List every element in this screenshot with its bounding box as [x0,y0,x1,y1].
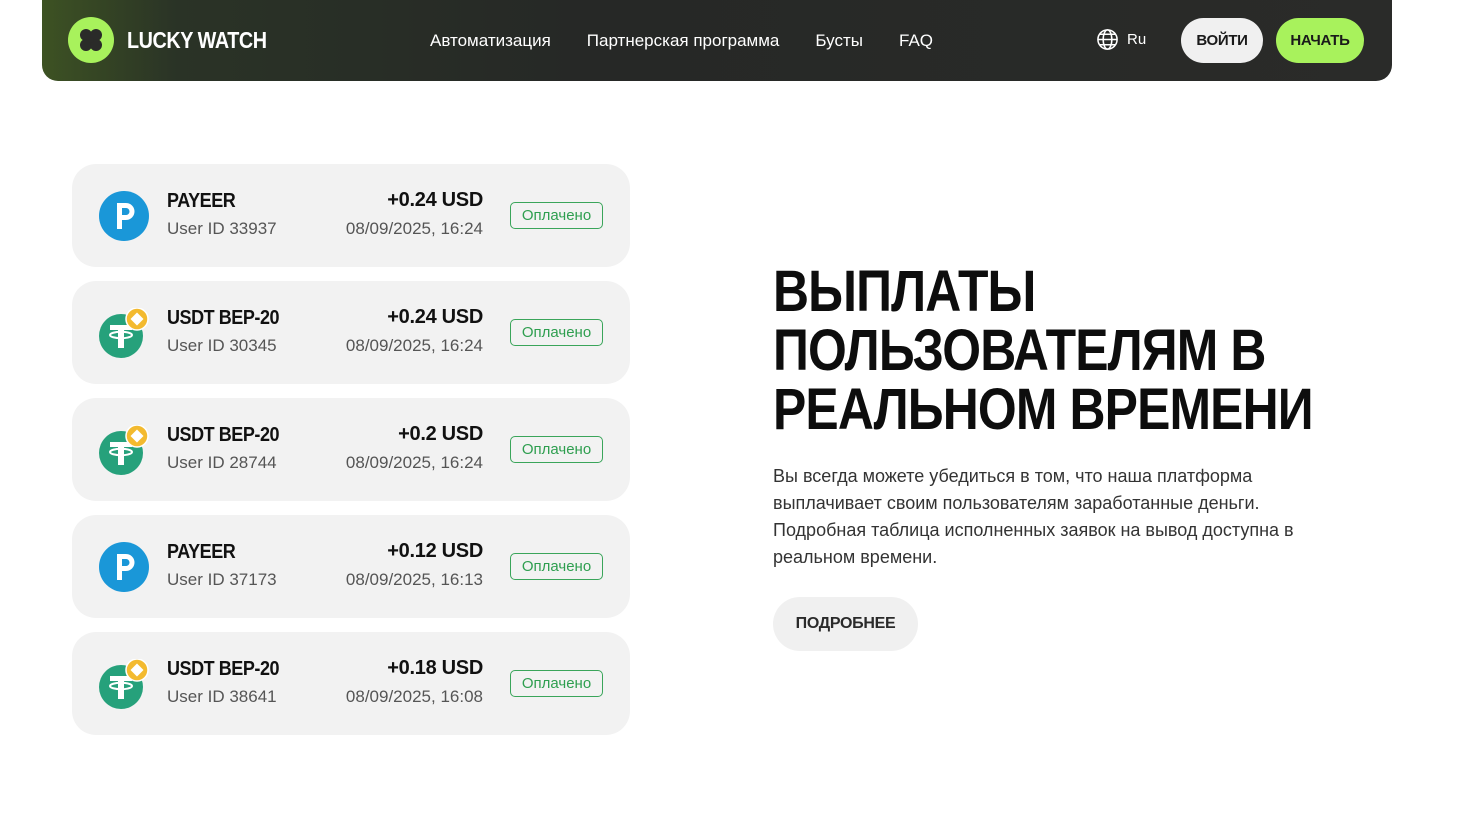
start-button[interactable]: НАЧАТЬ [1276,18,1364,63]
payout-user-id: User ID 38641 [167,687,277,706]
nav-item-boosts[interactable]: Бусты [815,31,863,51]
logo[interactable]: LUCKY WATCH [68,17,289,63]
site-header: LUCKY WATCH Автоматизация Партнерская пр… [42,0,1392,81]
payout-amount: +0.18 USD [387,657,483,679]
login-button[interactable]: ВОЙТИ [1181,18,1263,63]
payout-amount: +0.2 USD [398,423,483,445]
payout-method: USDT BEP-20 [167,307,280,329]
payout-card: USDT BEP-20 User ID 28744 +0.2 USD 08/09… [72,398,630,501]
payout-amount: +0.12 USD [387,540,483,562]
nav-item-automation[interactable]: Автоматизация [430,31,551,51]
language-label: Ru [1127,31,1147,48]
title-line: ВЫПЛАТЫ [773,259,1036,324]
payout-method: PAYEER [167,190,236,212]
main-nav: Автоматизация Партнерская программа Буст… [430,0,969,81]
title-line: РЕАЛЬНОМ ВРЕМЕНИ [773,377,1314,442]
globe-icon [1097,29,1118,50]
payout-user-id: User ID 28744 [167,453,277,472]
hero-description: Вы всегда можете убедиться в том, что на… [773,466,1294,567]
payout-card: USDT BEP-20 User ID 30345 +0.24 USD 08/0… [72,281,630,384]
payouts-list: PAYEER User ID 33937 +0.24 USD 08/09/202… [72,164,630,749]
status-badge: Оплачено [510,553,603,580]
nav-item-partner-program[interactable]: Партнерская программа [587,31,780,51]
payout-amount: +0.24 USD [387,306,483,328]
payeer-icon [99,542,149,592]
status-badge: Оплачено [510,319,603,346]
payout-card: PAYEER User ID 33937 +0.24 USD 08/09/202… [72,164,630,267]
payout-method: USDT BEP-20 [167,424,280,446]
payout-method: USDT BEP-20 [167,658,280,680]
payout-user-id: User ID 33937 [167,219,277,238]
hero-section: ВЫПЛАТЫ ПОЛЬЗОВАТЕЛЯМ В РЕАЛЬНОМ ВРЕМЕНИ… [773,262,1373,651]
title-line: ПОЛЬЗОВАТЕЛЯМ В [773,318,1266,383]
status-badge: Оплачено [510,436,603,463]
payeer-icon [99,191,149,241]
payout-date: 08/09/2025, 16:13 [345,570,483,589]
payout-user-id: User ID 30345 [167,336,277,355]
payout-date: 08/09/2025, 16:24 [345,219,483,238]
tether-icon [99,425,149,475]
page-title: ВЫПЛАТЫ ПОЛЬЗОВАТЕЛЯМ В РЕАЛЬНОМ ВРЕМЕНИ [773,262,1323,439]
payout-date: 08/09/2025, 16:24 [345,453,483,472]
payout-date: 08/09/2025, 16:24 [345,336,483,355]
payout-method: PAYEER [167,541,236,563]
brand-name: LUCKY WATCH [127,26,267,53]
status-badge: Оплачено [510,202,603,229]
status-badge: Оплачено [510,670,603,697]
payout-user-id: User ID 37173 [167,570,277,589]
payout-card: USDT BEP-20 User ID 38641 +0.18 USD 08/0… [72,632,630,735]
tether-icon [99,659,149,709]
payout-card: PAYEER User ID 37173 +0.12 USD 08/09/202… [72,515,630,618]
tether-icon [99,308,149,358]
payout-amount: +0.24 USD [387,189,483,211]
clover-icon [68,17,114,63]
nav-item-faq[interactable]: FAQ [899,31,933,51]
payout-date: 08/09/2025, 16:08 [345,687,483,706]
language-selector[interactable]: Ru [1096,28,1146,51]
more-button[interactable]: ПОДРОБНЕЕ [773,597,918,651]
